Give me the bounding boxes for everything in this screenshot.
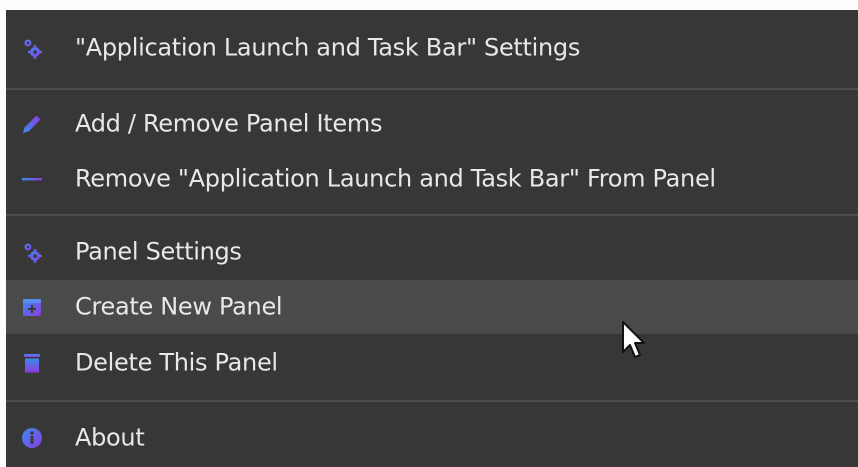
menu-item-label: "Application Launch and Task Bar" Settin… xyxy=(75,33,581,62)
menu-item-label: Panel Settings xyxy=(75,237,242,266)
menu-item-app-launch-settings[interactable]: "Application Launch and Task Bar" Settin… xyxy=(6,21,858,75)
menu-separator xyxy=(6,400,858,402)
info-icon xyxy=(18,424,46,452)
context-menu: "Application Launch and Task Bar" Settin… xyxy=(0,0,858,467)
menu-item-label: About xyxy=(75,423,145,452)
menu-item-label: Remove "Application Launch and Task Bar"… xyxy=(75,164,716,193)
menu-item-remove-from-panel[interactable]: Remove "Application Launch and Task Bar"… xyxy=(6,152,858,206)
minus-icon xyxy=(18,165,46,193)
menu-item-about[interactable]: About xyxy=(6,411,858,465)
menu-item-panel-settings[interactable]: Panel Settings xyxy=(6,225,858,279)
mouse-pointer-icon xyxy=(621,320,647,362)
menu-item-add-remove-panel-items[interactable]: Add / Remove Panel Items xyxy=(6,97,858,151)
trash-icon xyxy=(18,349,46,377)
gear-settings-icon xyxy=(18,238,46,266)
background-strip-top xyxy=(0,0,858,10)
menu-item-label: Delete This Panel xyxy=(75,348,278,377)
menu-item-create-new-panel[interactable]: Create New Panel xyxy=(6,280,858,334)
gear-settings-icon xyxy=(18,34,46,62)
new-panel-icon xyxy=(18,293,46,321)
menu-separator xyxy=(6,214,858,216)
pencil-icon xyxy=(18,110,46,138)
menu-item-label: Add / Remove Panel Items xyxy=(75,109,383,138)
menu-item-label: Create New Panel xyxy=(75,292,283,321)
menu-item-delete-this-panel[interactable]: Delete This Panel xyxy=(6,336,858,390)
menu-separator xyxy=(6,88,858,90)
